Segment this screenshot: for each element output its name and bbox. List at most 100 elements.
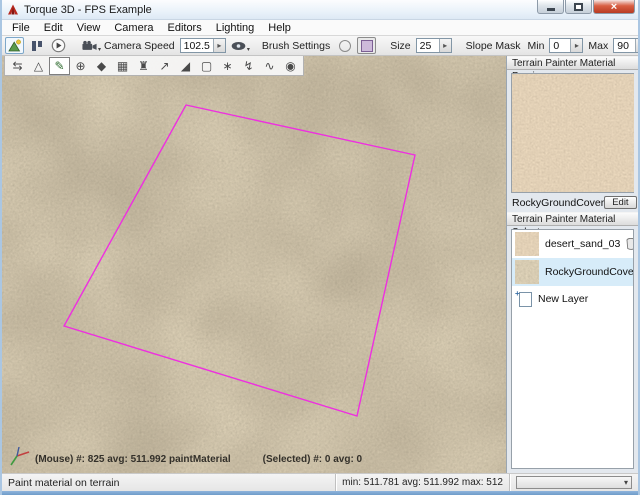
main-area: ⇆ △ ✎ ⊕ ◆ ▦ ♜ ↗ ◢ ▢ ∗ ↯ ∿ ◉ (Mouse) #: 8… bbox=[2, 56, 638, 473]
terrain-tool-raise-button[interactable]: △ bbox=[28, 57, 49, 75]
mouse-stats-text: (Mouse) #: 825 avg: 511.992 paintMateria… bbox=[35, 454, 231, 465]
slope-min-field[interactable]: 0 ▸ bbox=[549, 38, 584, 53]
terrain-tool-palette: ⇆ △ ✎ ⊕ ◆ ▦ ♜ ↗ ◢ ▢ ∗ ↯ ∿ ◉ bbox=[4, 56, 304, 76]
close-icon: × bbox=[610, 0, 618, 13]
terrain-tool-airbrush-button[interactable]: ∗ bbox=[217, 57, 238, 75]
menubar: File Edit View Camera Editors Lighting H… bbox=[2, 20, 638, 36]
chevron-down-icon: ▾ bbox=[623, 477, 628, 487]
play-button[interactable] bbox=[49, 37, 68, 54]
material-item-rockygroundcover[interactable]: RockyGroundCover bbox=[512, 258, 633, 286]
brush-settings-label: Brush Settings bbox=[261, 39, 331, 52]
terrain-height-stats: min: 511.781 avg: 511.992 max: 512 bbox=[336, 474, 510, 491]
status-dropdown-cell: ▾ bbox=[510, 474, 638, 491]
editor-panels-button[interactable] bbox=[27, 37, 46, 54]
arrow-ne-icon: ↗ bbox=[159, 58, 170, 73]
material-item-label: New Layer bbox=[538, 293, 589, 305]
arrows-icon: ⇆ bbox=[12, 58, 23, 73]
status-dropdown[interactable]: ▾ bbox=[516, 476, 632, 489]
selected-material-name: RockyGroundCover bbox=[512, 196, 605, 209]
terrain-tool-paint-button[interactable]: ✎ bbox=[49, 56, 70, 75]
terrain-tool-flatten-button[interactable]: ▦ bbox=[112, 57, 133, 75]
window-controls: × bbox=[537, 0, 635, 14]
play-icon bbox=[51, 38, 66, 53]
status-message: Paint material on terrain bbox=[2, 474, 337, 491]
terrain-tool-navigate-button[interactable]: ◉ bbox=[280, 57, 301, 75]
menu-editors[interactable]: Editors bbox=[160, 20, 208, 36]
terrain-tool-smooth-button[interactable]: ⊕ bbox=[70, 57, 91, 75]
brush-size-spinner[interactable]: ▸ bbox=[438, 39, 451, 52]
camera-options-button[interactable]: ▾ bbox=[80, 37, 101, 54]
viewport-3d[interactable]: ⇆ △ ✎ ⊕ ◆ ▦ ♜ ↗ ◢ ▢ ∗ ↯ ∿ ◉ (Mouse) #: 8… bbox=[2, 56, 506, 473]
terrain-tool-stroke-button[interactable]: ↗ bbox=[154, 57, 175, 75]
menu-file[interactable]: File bbox=[5, 20, 37, 36]
terrain-tool-grab-button[interactable]: ⇆ bbox=[7, 57, 28, 75]
material-thumbnail bbox=[515, 260, 539, 284]
material-item-label: desert_sand_03 bbox=[545, 238, 621, 250]
titlebar[interactable]: Torque 3D - FPS Example × bbox=[2, 0, 638, 20]
terrain-render bbox=[2, 56, 506, 473]
maximize-icon bbox=[574, 2, 583, 11]
grid-icon: ▦ bbox=[116, 58, 129, 73]
material-preview-label-row: RockyGroundCover Edit bbox=[507, 195, 638, 212]
camera-speed-spinner[interactable]: ▸ bbox=[212, 39, 225, 52]
material-item-label: RockyGroundCover bbox=[545, 266, 634, 278]
camera-speed-label: Camera Speed bbox=[104, 39, 175, 52]
chevron-down-icon: ▾ bbox=[97, 47, 101, 53]
slope-max-spinner[interactable]: ▸ bbox=[635, 39, 638, 52]
brush-box-button[interactable] bbox=[357, 37, 377, 54]
menu-edit[interactable]: Edit bbox=[37, 20, 70, 36]
terrain-tool-select-button[interactable]: ▢ bbox=[196, 57, 217, 75]
box-brush-icon bbox=[360, 39, 373, 52]
panels-icon bbox=[31, 40, 42, 51]
terrain-painter-panel: Terrain Painter Material Preview RockyGr… bbox=[506, 56, 638, 473]
gem-icon: ◆ bbox=[96, 58, 107, 73]
camera-speed-field[interactable]: 102.5 ▸ bbox=[179, 38, 226, 53]
main-toolbar: ▾ Camera Speed 102.5 ▸ ▾ Brush Settings … bbox=[2, 36, 638, 56]
slope-mask-label: Slope Mask bbox=[465, 39, 521, 52]
minimize-button[interactable] bbox=[537, 0, 564, 14]
terrain-tool-slope-button[interactable]: ∿ bbox=[259, 57, 280, 75]
brush-ellipse-button[interactable] bbox=[335, 37, 354, 54]
terrain-tool-erase-button[interactable]: ↯ bbox=[238, 57, 259, 75]
menu-help[interactable]: Help bbox=[261, 20, 298, 36]
edit-material-button[interactable]: Edit bbox=[604, 196, 637, 209]
slope-max-label: Max bbox=[588, 39, 609, 52]
terrain-tool-ramp-button[interactable]: ◢ bbox=[175, 57, 196, 75]
statusbar: Paint material on terrain min: 511.781 a… bbox=[2, 473, 638, 491]
eye-icon bbox=[231, 41, 246, 50]
camera-icon bbox=[82, 40, 97, 50]
terrain-tool-setheight-button[interactable]: ♜ bbox=[133, 57, 154, 75]
window-title: Torque 3D - FPS Example bbox=[24, 3, 152, 16]
slope-max-field[interactable]: 90 ▸ bbox=[613, 38, 638, 53]
delete-material-icon[interactable] bbox=[626, 238, 634, 250]
material-item-desert-sand[interactable]: desert_sand_03 bbox=[512, 230, 633, 258]
maximize-button[interactable] bbox=[565, 0, 592, 14]
menu-lighting[interactable]: Lighting bbox=[209, 20, 262, 36]
selected-stats-text: (Selected) #: 0 avg: 0 bbox=[262, 454, 363, 465]
zigzag-icon: ↯ bbox=[243, 58, 254, 73]
stamp-icon: ♜ bbox=[138, 58, 149, 73]
marquee-icon: ▢ bbox=[200, 58, 213, 73]
torque-logo-icon bbox=[8, 4, 18, 14]
window-bottom-border bbox=[2, 491, 638, 495]
wedge-icon: ◢ bbox=[180, 58, 191, 73]
material-preview-image bbox=[511, 73, 634, 193]
menu-camera[interactable]: Camera bbox=[107, 20, 160, 36]
wave-icon: ∿ bbox=[264, 58, 275, 73]
material-thumbnail bbox=[515, 232, 539, 256]
scene-editor-button[interactable] bbox=[5, 37, 24, 54]
terrain-tool-material-button[interactable]: ◆ bbox=[91, 57, 112, 75]
minimize-icon bbox=[546, 7, 555, 11]
pencil-icon: ✎ bbox=[54, 58, 65, 73]
visibility-options-button[interactable]: ▾ bbox=[229, 37, 250, 54]
new-layer-item[interactable]: + New Layer bbox=[512, 286, 633, 312]
ellipse-brush-icon bbox=[338, 39, 351, 52]
new-layer-icon: + bbox=[515, 289, 532, 307]
chevron-down-icon: ▾ bbox=[246, 47, 250, 53]
close-button[interactable]: × bbox=[593, 0, 635, 14]
slope-min-spinner[interactable]: ▸ bbox=[570, 39, 583, 52]
mountain-sun-icon bbox=[7, 39, 21, 52]
torque3d-window: Torque 3D - FPS Example × File Edit View… bbox=[0, 0, 640, 495]
brush-size-field[interactable]: 25 ▸ bbox=[415, 38, 452, 53]
menu-view[interactable]: View bbox=[70, 20, 108, 36]
